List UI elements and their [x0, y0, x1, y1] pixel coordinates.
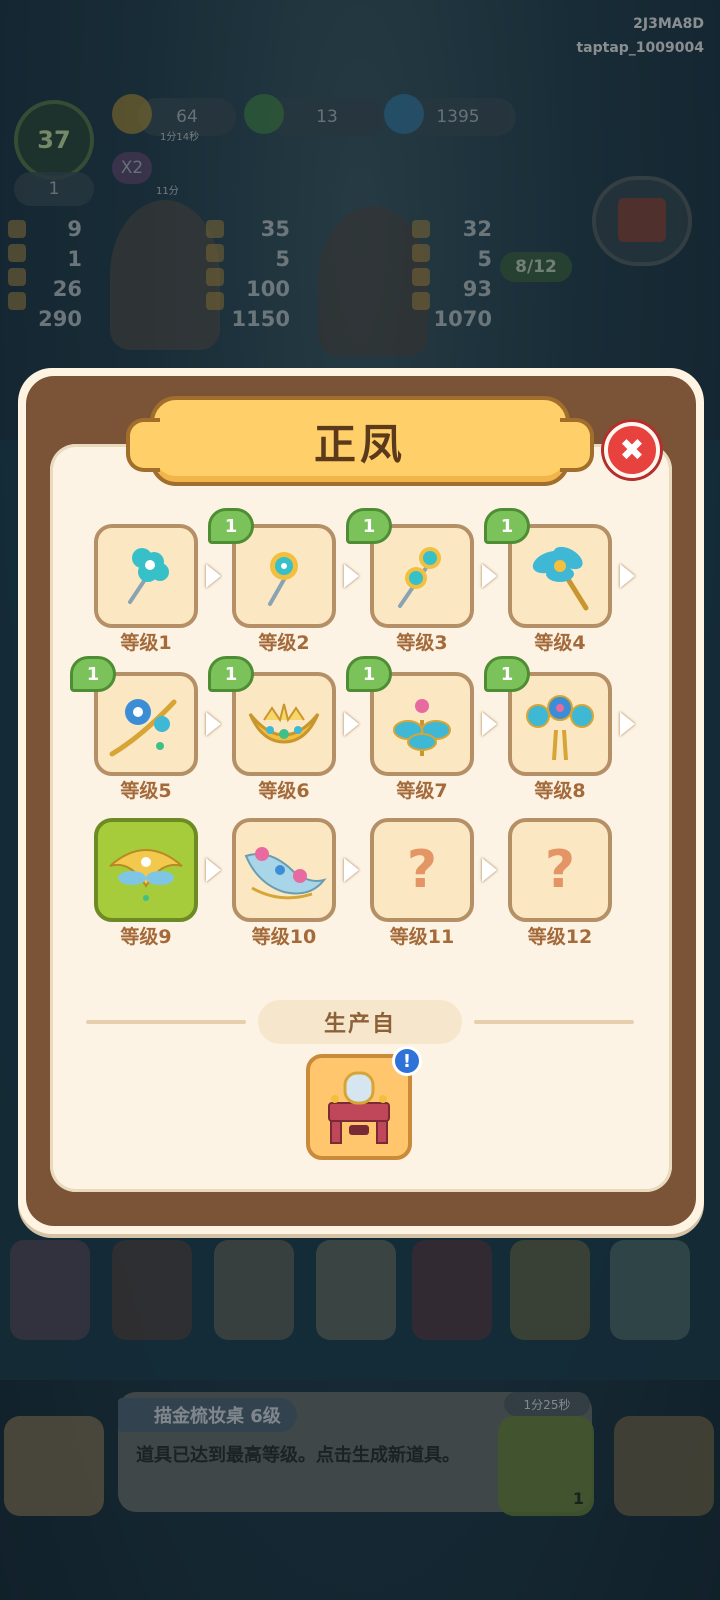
chevron-right-icon [344, 712, 359, 736]
produced-from-label: 生产自 [258, 1000, 462, 1044]
phoenix-headdress-icon [244, 847, 327, 900]
chevron-right-icon [620, 712, 635, 736]
level-4-count-badge: 1 [484, 508, 530, 544]
double-flower-hairpin-icon [268, 552, 298, 606]
level-4-label: 等级4 [534, 632, 586, 654]
chevron-right-icon [344, 564, 359, 588]
vanity-table-icon [328, 1071, 390, 1144]
level-9-slot[interactable] [94, 818, 198, 922]
level-12-label: 等级12 [527, 926, 593, 948]
chevron-right-icon [344, 858, 359, 882]
level-10-label: 等级10 [251, 926, 317, 948]
level-2-label: 等级2 [258, 632, 310, 654]
level-10-slot[interactable] [232, 818, 336, 922]
level-7-label: 等级7 [396, 780, 448, 802]
level-11-label: 等级11 [389, 926, 455, 948]
level-7-count-badge: 1 [346, 656, 392, 692]
modal-title: 正凤 [313, 419, 406, 469]
flower-fan-hairpin-icon [526, 695, 594, 761]
level-5-count-badge: 1 [70, 656, 116, 692]
close-icon: ✖ [619, 432, 645, 468]
triple-flower-hairpin-icon [398, 547, 441, 608]
question-mark-icon: ? [406, 840, 438, 900]
level-6-label: 等级6 [258, 780, 310, 802]
divider-left [86, 1020, 246, 1024]
level-12-slot[interactable]: ? [508, 818, 612, 922]
divider-right [474, 1020, 634, 1024]
gold-bouquet-hairpin-icon [393, 699, 451, 756]
level-3-count-badge: 1 [346, 508, 392, 544]
level-6-count-badge: 1 [208, 656, 254, 692]
level-8-label: 等级8 [534, 780, 586, 802]
pearl-branch-hairpin-icon [109, 699, 177, 757]
chevron-right-icon [206, 858, 221, 882]
level-1-slot[interactable] [94, 524, 198, 628]
chevron-right-icon [206, 712, 221, 736]
gold-leaf-hairpin-icon [532, 546, 589, 611]
chevron-right-icon [482, 564, 497, 588]
phoenix-crown-icon [109, 849, 183, 901]
question-mark-icon: ? [544, 840, 576, 900]
level-1-label: 等级1 [120, 632, 172, 654]
level-9-label: 等级9 [120, 926, 172, 948]
blue-flower-hairpin-icon [128, 548, 169, 604]
chevron-right-icon [482, 858, 497, 882]
alert-icon: ! [392, 1046, 422, 1076]
close-button[interactable]: ✖ [604, 422, 660, 478]
level-3-label: 等级3 [396, 632, 448, 654]
level-8-count-badge: 1 [484, 656, 530, 692]
tiara-icon [248, 703, 320, 744]
chevron-right-icon [482, 712, 497, 736]
level-5-label: 等级5 [120, 780, 172, 802]
chevron-right-icon [620, 564, 635, 588]
chevron-right-icon [206, 564, 221, 588]
level-11-slot[interactable]: ? [370, 818, 474, 922]
level-2-count-badge: 1 [208, 508, 254, 544]
